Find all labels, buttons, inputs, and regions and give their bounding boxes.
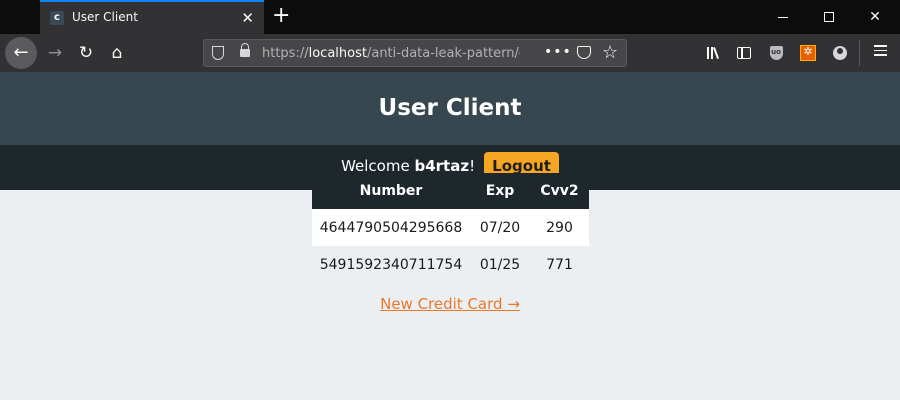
new-card-link-container: New Credit Card → <box>0 294 900 313</box>
browser-tab[interactable]: c User Client ✕ <box>40 0 264 34</box>
more-icon[interactable]: ••• <box>544 44 572 60</box>
reload-icon[interactable]: ↻ <box>71 38 101 68</box>
credit-cards-table: Number Exp Cvv2 4644790504295668 07/20 2… <box>312 173 589 283</box>
column-header-number: Number <box>312 173 470 209</box>
card-number-cell: 4644790504295668 <box>312 209 470 246</box>
back-icon[interactable]: ← <box>5 37 37 69</box>
menu-icon[interactable] <box>869 42 891 64</box>
table-row: 4644790504295668 07/20 290 <box>312 209 589 246</box>
browser-nav-bar: ← → ↻ ⌂ https://localhost/anti-data-leak… <box>0 34 900 72</box>
column-header-exp: Exp <box>470 173 530 209</box>
lock-icon[interactable] <box>240 43 250 57</box>
maximize-window-button[interactable] <box>806 4 852 30</box>
card-cvv-cell: 290 <box>530 209 589 246</box>
column-header-cvv2: Cvv2 <box>530 173 589 209</box>
url-text[interactable]: https://localhost/anti-data-leak-pattern… <box>262 46 520 61</box>
pocket-icon[interactable] <box>577 46 591 59</box>
forward-icon[interactable]: → <box>40 38 70 68</box>
shield-icon[interactable] <box>212 46 224 60</box>
url-bar[interactable]: https://localhost/anti-data-leak-pattern… <box>203 39 627 67</box>
library-icon[interactable] <box>701 42 723 64</box>
sidebar-icon[interactable] <box>733 42 755 64</box>
page-title: User Client <box>378 95 522 121</box>
table-header-row: Number Exp Cvv2 <box>312 173 589 209</box>
tab-title: User Client <box>72 10 138 24</box>
toolbar-divider <box>859 40 860 66</box>
close-window-button[interactable]: ✕ <box>852 4 898 30</box>
home-icon[interactable]: ⌂ <box>102 38 132 68</box>
ublock-icon[interactable]: uo <box>765 42 787 64</box>
table-row: 5491592340711754 01/25 771 <box>312 246 589 283</box>
url-scheme: https:// <box>262 46 309 61</box>
favicon-icon: c <box>50 11 64 25</box>
new-credit-card-link[interactable]: New Credit Card → <box>380 295 520 313</box>
card-number-cell: 5491592340711754 <box>312 246 470 283</box>
extension-icon[interactable]: ✲ <box>797 42 819 64</box>
card-exp-cell: 01/25 <box>470 246 530 283</box>
close-tab-icon[interactable]: ✕ <box>241 8 254 28</box>
app-header: User Client <box>0 72 900 145</box>
url-path: /anti-data-leak-pattern/c <box>366 46 520 61</box>
minimize-window-button[interactable] <box>760 4 806 30</box>
url-host: localhost <box>308 46 367 61</box>
card-exp-cell: 07/20 <box>470 209 530 246</box>
card-cvv-cell: 771 <box>530 246 589 283</box>
browser-tab-bar: c User Client ✕ + ✕ <box>0 0 900 34</box>
account-icon[interactable] <box>829 42 851 64</box>
new-tab-icon[interactable]: + <box>272 3 290 29</box>
star-icon[interactable]: ☆ <box>602 42 618 63</box>
